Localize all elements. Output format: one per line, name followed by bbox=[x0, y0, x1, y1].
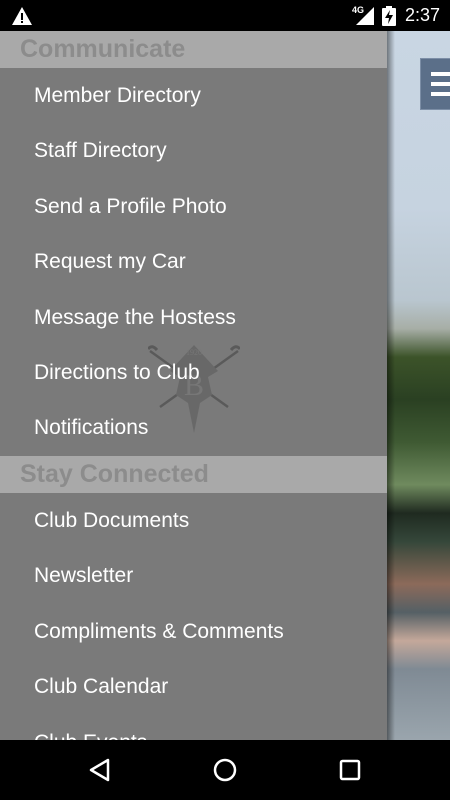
section-header-communicate: Communicate bbox=[0, 31, 387, 68]
home-icon[interactable] bbox=[211, 756, 239, 784]
status-bar: 4G 2:37 bbox=[0, 0, 450, 31]
warning-icon bbox=[12, 7, 32, 25]
battery-charging-icon bbox=[382, 6, 396, 26]
drawer-shadow bbox=[387, 31, 395, 740]
hamburger-menu-icon[interactable] bbox=[420, 58, 450, 110]
menu-item-message-hostess[interactable]: Message the Hostess bbox=[34, 298, 374, 338]
menu-item-club-events[interactable]: Club Events bbox=[34, 723, 374, 740]
menu-item-staff-directory[interactable]: Staff Directory bbox=[34, 131, 374, 171]
menu-item-club-documents[interactable]: Club Documents bbox=[34, 501, 374, 541]
menu-item-request-car[interactable]: Request my Car bbox=[34, 242, 374, 282]
menu-item-member-directory[interactable]: Member Directory bbox=[34, 76, 374, 116]
menu-item-send-profile-photo[interactable]: Send a Profile Photo bbox=[34, 187, 374, 227]
menu-item-compliments-comments[interactable]: Compliments & Comments bbox=[34, 612, 374, 652]
menu-item-newsletter[interactable]: Newsletter bbox=[34, 556, 374, 596]
system-nav-bar bbox=[0, 740, 450, 800]
section-header-stay-connected: Stay Connected bbox=[0, 456, 387, 493]
background-photo bbox=[386, 31, 450, 740]
network-type: 4G bbox=[352, 5, 365, 15]
menu-item-directions[interactable]: Directions to Club bbox=[34, 353, 374, 393]
menu-item-club-calendar[interactable]: Club Calendar bbox=[34, 667, 374, 707]
navigation-drawer: 1920 B Communicate Member Directory Staf… bbox=[0, 31, 387, 740]
clock: 2:37 bbox=[405, 5, 441, 25]
recents-icon[interactable] bbox=[336, 756, 364, 784]
back-icon[interactable] bbox=[86, 756, 114, 784]
menu-item-notifications[interactable]: Notifications bbox=[34, 408, 374, 448]
